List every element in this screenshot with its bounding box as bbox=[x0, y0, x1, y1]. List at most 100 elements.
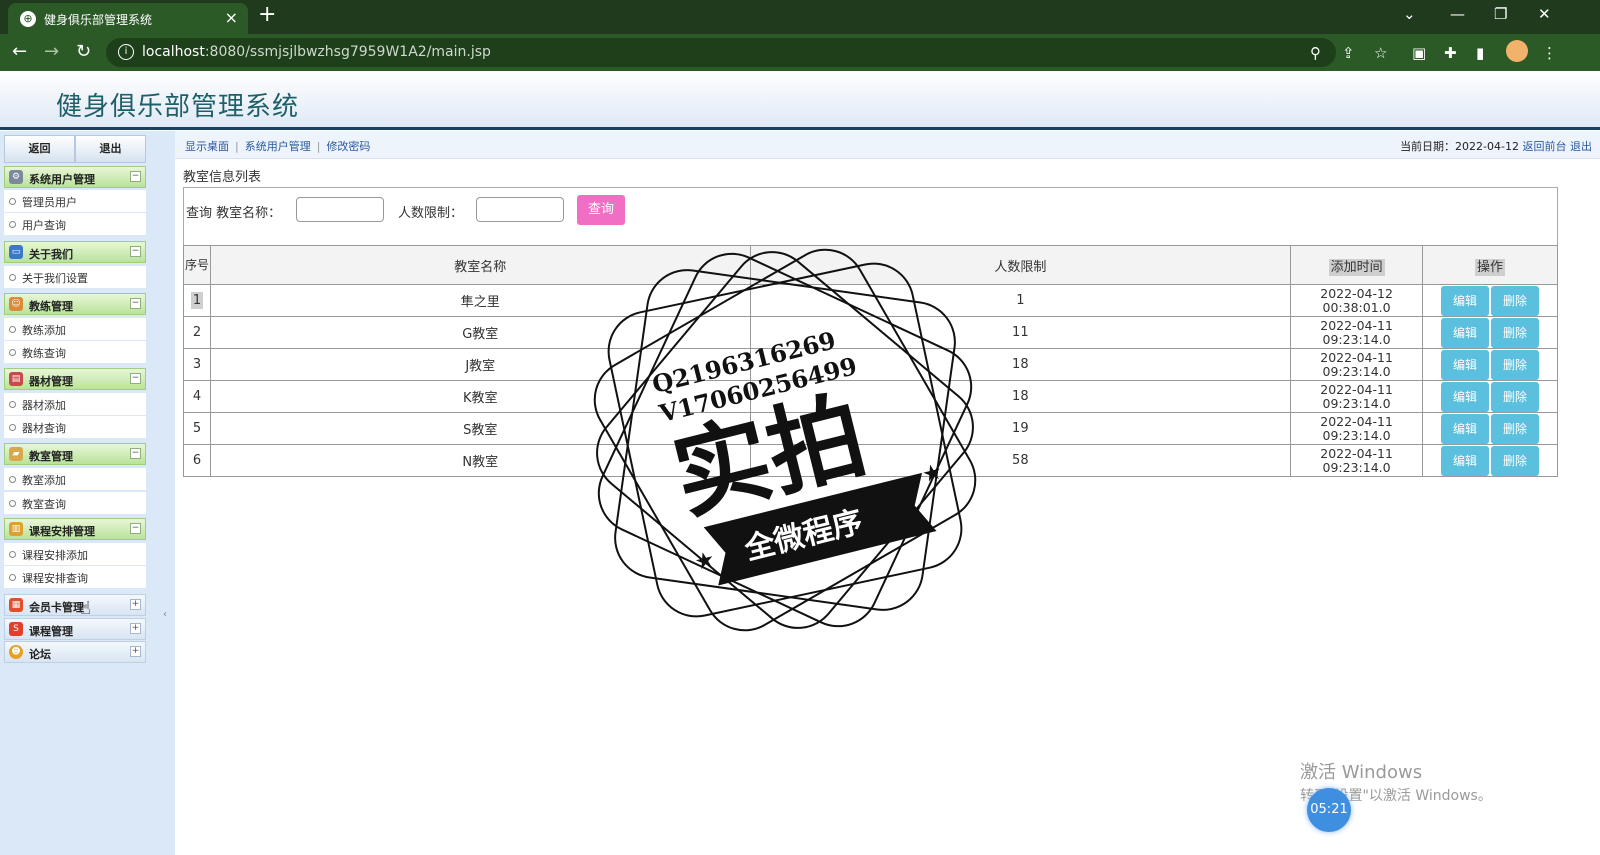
minimize-icon[interactable]: — bbox=[1450, 5, 1465, 23]
menu-group-label: 教练管理 bbox=[29, 300, 73, 313]
menu-group-forum[interactable]: ☻ 论坛 + bbox=[4, 641, 146, 663]
collapse-icon[interactable]: − bbox=[130, 373, 141, 384]
edit-button[interactable]: 编辑 bbox=[1441, 381, 1490, 412]
menu-item-schedule-query[interactable]: 课程安排查询 bbox=[4, 566, 146, 588]
menu-group-schedule[interactable]: ▥ 课程安排管理 − bbox=[4, 518, 146, 540]
sidepanel-icon[interactable]: ▮ bbox=[1476, 44, 1484, 62]
menu-item-equipment-add[interactable]: 器材添加 bbox=[4, 393, 146, 415]
menu-group-coach[interactable]: ☺ 教练管理 − bbox=[4, 293, 146, 315]
limit-input[interactable] bbox=[476, 197, 564, 222]
edit-button[interactable]: 编辑 bbox=[1441, 349, 1490, 380]
activate-windows-title: 激活 Windows bbox=[1300, 762, 1423, 783]
back-button[interactable]: 返回 bbox=[4, 135, 75, 163]
card-icon: ▦ bbox=[9, 598, 23, 612]
delete-button[interactable]: 删除 bbox=[1491, 349, 1540, 380]
menu-group-member-card[interactable]: ▦ 会员卡管理 + bbox=[4, 594, 146, 616]
logout-link[interactable]: 退出 bbox=[1570, 140, 1592, 153]
row-no: 5 bbox=[183, 412, 211, 445]
menu-group-course[interactable]: S 课程管理 + bbox=[4, 618, 146, 640]
back-to-front-link[interactable]: 返回前台 bbox=[1523, 140, 1567, 153]
back-arrow-icon[interactable]: ← bbox=[12, 41, 27, 62]
col-added-time[interactable]: 添加时间 bbox=[1290, 245, 1424, 285]
browser-tab[interactable]: ⊕ 健身俱乐部管理系统 × bbox=[8, 3, 248, 34]
collapse-icon[interactable]: − bbox=[130, 298, 141, 309]
restore-icon[interactable]: ❐ bbox=[1494, 5, 1507, 23]
row-name: K教室 bbox=[209, 380, 751, 413]
main-content: 显示桌面 | 系统用户管理 | 修改密码 当前日期：2022-04-12 返回前台 退出… bbox=[175, 131, 1600, 855]
menu-item-classroom-query[interactable]: 教室查询 bbox=[4, 492, 146, 514]
menu-group-equipment[interactable]: ▤ 器材管理 − bbox=[4, 368, 146, 390]
user-icon: ☺ bbox=[9, 297, 23, 311]
edit-button[interactable]: 编辑 bbox=[1441, 285, 1490, 316]
info-icon[interactable]: i bbox=[118, 44, 134, 60]
delete-button[interactable]: 删除 bbox=[1491, 445, 1540, 476]
menu-item-about-settings[interactable]: 关于我们设置 bbox=[4, 266, 146, 288]
menu-group-about[interactable]: ▭ 关于我们 − bbox=[4, 241, 146, 263]
forward-arrow-icon[interactable]: → bbox=[44, 41, 59, 62]
menu-item-admin-users[interactable]: 管理员用户 bbox=[4, 190, 146, 212]
show-desktop-link[interactable]: 显示桌面 bbox=[185, 140, 229, 153]
row-limit: 1 bbox=[749, 284, 1292, 317]
tab-close-icon[interactable]: × bbox=[225, 8, 238, 27]
avatar[interactable] bbox=[1506, 40, 1528, 62]
expand-icon[interactable]: + bbox=[130, 623, 141, 634]
recording-timer[interactable]: 05:21 bbox=[1307, 788, 1351, 832]
menu-item-coach-query[interactable]: 教练查询 bbox=[4, 341, 146, 363]
row-added-time: 2022-04-11 09:23:14.0 bbox=[1290, 348, 1424, 381]
sidebar-collapse-icon[interactable]: ‹ bbox=[163, 609, 173, 627]
menu-item-classroom-add[interactable]: 教室添加 bbox=[4, 468, 146, 490]
system-users-link[interactable]: 系统用户管理 bbox=[245, 140, 311, 153]
collapse-icon[interactable]: − bbox=[130, 246, 141, 257]
reload-icon[interactable]: ↻ bbox=[76, 41, 91, 62]
delete-button[interactable]: 删除 bbox=[1491, 317, 1540, 348]
edit-button[interactable]: 编辑 bbox=[1441, 317, 1490, 348]
collapse-icon[interactable]: − bbox=[130, 171, 141, 182]
col-added-time-label: 添加时间 bbox=[1328, 258, 1385, 276]
expand-icon[interactable]: + bbox=[130, 599, 141, 610]
new-tab-icon[interactable]: + bbox=[258, 2, 276, 27]
logout-button[interactable]: 退出 bbox=[75, 135, 146, 163]
menu-item-user-query[interactable]: 用户查询 bbox=[4, 213, 146, 235]
star-icon[interactable]: ☆ bbox=[1374, 44, 1387, 62]
edit-button[interactable]: 编辑 bbox=[1441, 445, 1490, 476]
delete-button[interactable]: 删除 bbox=[1491, 413, 1540, 444]
change-password-link[interactable]: 修改密码 bbox=[326, 140, 370, 153]
menu-item-equipment-query[interactable]: 器材查询 bbox=[4, 416, 146, 438]
chevron-down-icon[interactable]: ⌄ bbox=[1403, 5, 1416, 23]
zoom-icon[interactable]: ⚲ bbox=[1310, 44, 1321, 62]
date-area: 当前日期：2022-04-12 返回前台 退出 bbox=[1400, 138, 1592, 154]
extension-icon[interactable]: ▣ bbox=[1412, 44, 1426, 62]
puzzle-icon[interactable]: ✚ bbox=[1444, 44, 1457, 62]
classroom-name-input[interactable] bbox=[296, 197, 384, 222]
menu-dots-icon[interactable]: ⋮ bbox=[1542, 44, 1557, 62]
delete-button[interactable]: 删除 bbox=[1491, 285, 1540, 316]
tab-title: 健身俱乐部管理系统 bbox=[44, 13, 153, 27]
menu-group-label: 会员卡管理 bbox=[29, 601, 84, 614]
row-actions: 编辑 删除 bbox=[1422, 316, 1558, 349]
search-button[interactable]: 查询 bbox=[577, 195, 625, 225]
row-no: 4 bbox=[183, 380, 211, 413]
close-window-icon[interactable]: ✕ bbox=[1538, 5, 1551, 23]
row-limit: 11 bbox=[749, 316, 1292, 349]
edit-button[interactable]: 编辑 bbox=[1441, 413, 1490, 444]
row-name: G教室 bbox=[209, 316, 751, 349]
classroom-table: 序号 教室名称 人数限制 添加时间 操作 1 隼之里 1 2022-04-12 0… bbox=[183, 245, 1558, 477]
delete-button[interactable]: 删除 bbox=[1491, 381, 1540, 412]
menu-item-schedule-add[interactable]: 课程安排添加 bbox=[4, 543, 146, 565]
collapse-icon[interactable]: − bbox=[130, 448, 141, 459]
url-bar[interactable]: i localhost:8080/ssmjsjlbwzhsg7959W1A2/m… bbox=[106, 38, 1336, 67]
row-date: 2022-04-11 bbox=[1320, 445, 1393, 461]
menu-group-system-users[interactable]: ⚙ 系统用户管理 − bbox=[4, 166, 146, 188]
hand-cursor-icon: ☝ bbox=[80, 598, 91, 619]
row-time: 09:23:14.0 bbox=[1322, 363, 1391, 379]
collapse-icon[interactable]: − bbox=[130, 523, 141, 534]
row-added-time: 2022-04-11 09:23:14.0 bbox=[1290, 412, 1424, 445]
menu-item-label: 教练添加 bbox=[22, 324, 66, 337]
row-actions: 编辑 删除 bbox=[1422, 348, 1558, 381]
row-no: 3 bbox=[183, 348, 211, 381]
menu-item-coach-add[interactable]: 教练添加 bbox=[4, 318, 146, 340]
menu-group-classroom[interactable]: ▰ 教室管理 − bbox=[4, 443, 146, 465]
url-text[interactable]: localhost:8080/ssmjsjlbwzhsg7959W1A2/mai… bbox=[142, 44, 491, 60]
share-icon[interactable]: ⇪ bbox=[1342, 44, 1355, 62]
expand-icon[interactable]: + bbox=[130, 646, 141, 657]
